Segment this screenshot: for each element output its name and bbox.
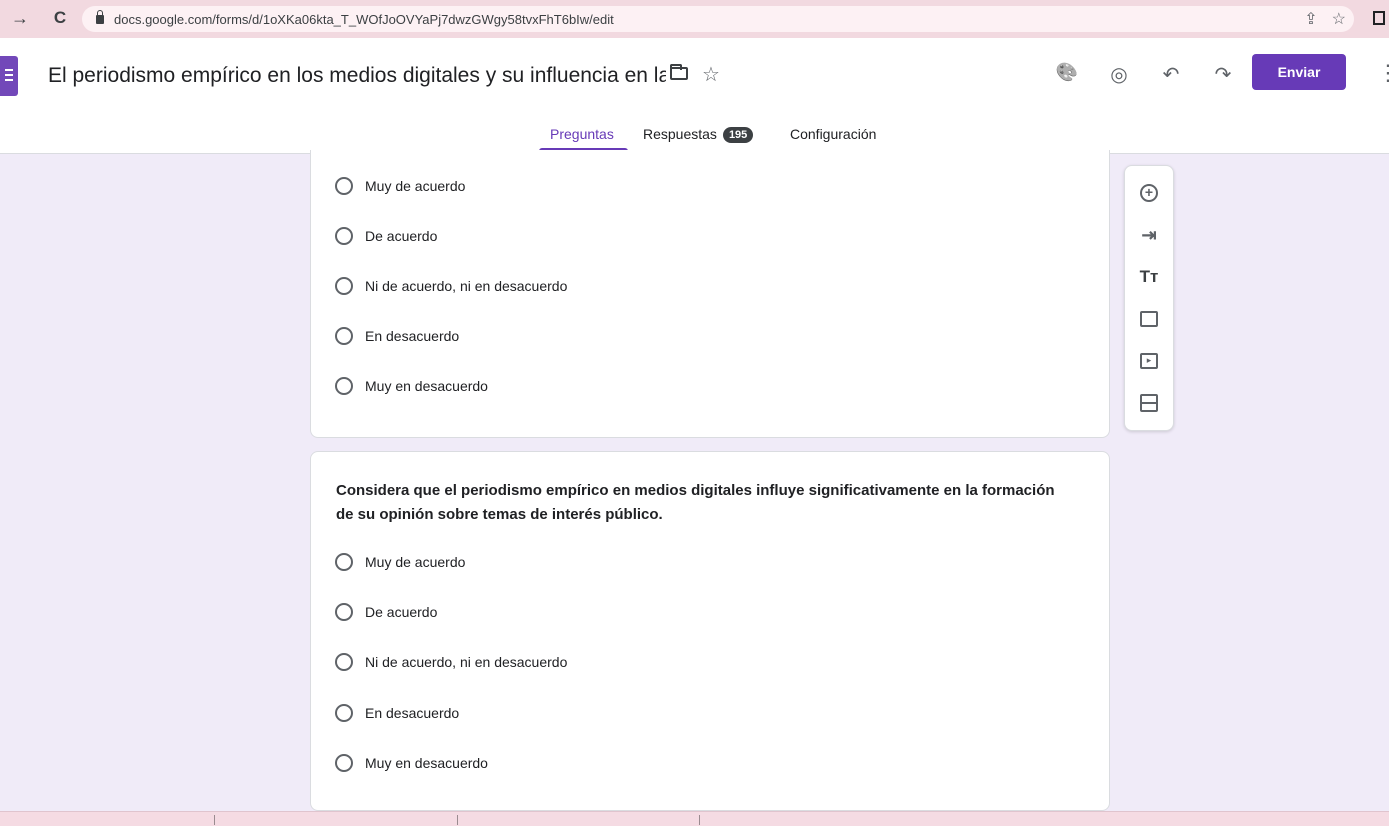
lock-icon	[96, 9, 104, 24]
add-video-icon[interactable]: ▸	[1138, 350, 1160, 372]
more-options-icon[interactable]: ⋮	[1377, 60, 1389, 86]
radio-option[interactable]: Ni de acuerdo, ni en desacuerdo	[335, 277, 567, 295]
add-image-icon[interactable]	[1138, 308, 1160, 330]
radio-option[interactable]: De acuerdo	[335, 603, 437, 621]
radio-button[interactable]	[335, 653, 353, 671]
radio-option[interactable]: De acuerdo	[335, 227, 437, 245]
radio-option[interactable]: Ni de acuerdo, ni en desacuerdo	[335, 653, 567, 671]
import-questions-icon[interactable]: ⇥	[1138, 224, 1160, 246]
forward-icon[interactable]: →	[6, 8, 34, 29]
radio-option[interactable]: Muy de acuerdo	[335, 553, 465, 571]
send-button[interactable]: Enviar	[1252, 54, 1346, 90]
reload-icon[interactable]: C	[46, 8, 74, 28]
responses-count-badge: 195	[722, 127, 754, 143]
option-label: Ni de acuerdo, ni en desacuerdo	[365, 654, 568, 670]
question-tools-sidebar: + ⇥ Tт ▸	[1124, 165, 1174, 431]
option-label: En desacuerdo	[365, 705, 460, 721]
star-icon[interactable]: ☆	[702, 62, 720, 87]
undo-icon[interactable]: ↶	[1158, 62, 1184, 87]
tab-responses[interactable]: Respuestas 195	[643, 126, 754, 143]
redo-icon[interactable]: ↷	[1210, 62, 1236, 87]
tab-settings[interactable]: Configuración	[790, 126, 876, 142]
forms-logo-icon[interactable]	[0, 56, 18, 96]
tab-questions[interactable]: Preguntas	[550, 126, 614, 142]
folder-icon[interactable]	[670, 64, 688, 80]
question-text: Considera que el periodismo empírico en …	[336, 482, 1055, 523]
radio-option[interactable]: Muy en desacuerdo	[335, 377, 488, 395]
radio-button[interactable]	[335, 327, 353, 345]
browser-toolbar: → C docs.google.com/forms/d/1oXKa06kta_T…	[0, 0, 1389, 38]
form-tabs: Preguntas Respuestas 195 Configuración	[0, 110, 1389, 153]
bottom-bar	[0, 811, 1389, 826]
bookmark-star-icon[interactable]: ☆	[1332, 9, 1346, 29]
radio-button[interactable]	[335, 704, 353, 722]
option-label: De acuerdo	[365, 604, 438, 620]
radio-option[interactable]: Muy de acuerdo	[335, 177, 465, 195]
radio-option[interactable]: En desacuerdo	[335, 327, 459, 345]
radio-button[interactable]	[335, 377, 353, 395]
option-label: Muy en desacuerdo	[365, 755, 488, 771]
option-label: Muy de acuerdo	[365, 178, 466, 194]
option-label: Ni de acuerdo, ni en desacuerdo	[365, 278, 568, 294]
forms-header: El periodismo empírico en los medios dig…	[0, 38, 1389, 154]
radio-button[interactable]	[335, 603, 353, 621]
radio-button[interactable]	[335, 553, 353, 571]
question-card[interactable]: Considera que el periodismo empírico en …	[310, 451, 1110, 811]
url-text: docs.google.com/forms/d/1oXKa06kta_T_WOf…	[114, 11, 614, 27]
radio-option[interactable]: En desacuerdo	[335, 704, 459, 722]
share-icon[interactable]: ⇪	[1304, 9, 1317, 29]
add-question-icon[interactable]: +	[1138, 182, 1160, 204]
radio-button[interactable]	[335, 754, 353, 772]
form-title[interactable]: El periodismo empírico en los medios dig…	[48, 64, 666, 88]
radio-button[interactable]	[335, 227, 353, 245]
radio-option[interactable]: Muy en desacuerdo	[335, 754, 488, 772]
window-icon[interactable]	[1373, 11, 1385, 25]
question-card[interactable]: Muy de acuerdo De acuerdo Ni de acuerdo,…	[310, 150, 1110, 438]
add-title-icon[interactable]: Tт	[1138, 266, 1160, 288]
radio-button[interactable]	[335, 277, 353, 295]
radio-button[interactable]	[335, 177, 353, 195]
preview-eye-icon[interactable]: ◎	[1106, 62, 1132, 87]
add-section-icon[interactable]	[1138, 392, 1160, 414]
option-label: Muy de acuerdo	[365, 554, 466, 570]
option-label: De acuerdo	[365, 228, 438, 244]
palette-icon[interactable]: 🎨	[1054, 62, 1080, 87]
tab-responses-label: Respuestas	[643, 126, 717, 142]
option-label: Muy en desacuerdo	[365, 378, 488, 394]
option-label: En desacuerdo	[365, 328, 460, 344]
address-bar[interactable]: docs.google.com/forms/d/1oXKa06kta_T_WOf…	[82, 6, 1354, 32]
